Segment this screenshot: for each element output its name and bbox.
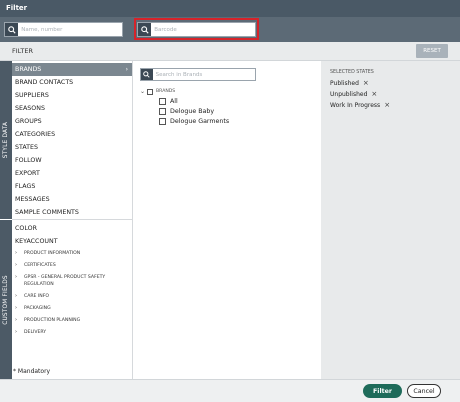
filter-bar: FILTER RESET: [0, 42, 460, 61]
name-number-search[interactable]: [4, 22, 123, 37]
sidebar-item-export[interactable]: EXPORT: [12, 167, 132, 180]
tab-custom-fields[interactable]: CUSTOM FIELDS: [0, 220, 12, 379]
checkbox[interactable]: [159, 108, 166, 115]
sidebar-item-flags[interactable]: FLAGS: [12, 180, 132, 193]
reset-button[interactable]: RESET: [416, 44, 448, 58]
sidebar-group-gpsr[interactable]: › GPSR - GENERAL PRODUCT SAFETY: [12, 274, 132, 281]
sidebar-item-brands[interactable]: BRANDS ›: [12, 63, 132, 76]
tab-style-data[interactable]: STYLE DATA: [0, 61, 12, 219]
chevron-right-icon: ›: [15, 293, 17, 299]
window-title: Filter: [0, 0, 460, 17]
chevron-down-icon[interactable]: ⌄: [140, 88, 145, 95]
sidebar-group-production-planning[interactable]: › PRODUCTION PLANNING: [12, 317, 132, 324]
close-icon[interactable]: ×: [371, 90, 377, 98]
brands-search-input[interactable]: [152, 71, 255, 78]
sidebar-group-product-information[interactable]: › PRODUCT INFORMATION: [12, 250, 132, 257]
sidebar-item-keyaccount[interactable]: KEYACCOUNT: [12, 235, 132, 248]
sidebar-item-brand-contacts[interactable]: BRAND CONTACTS: [12, 76, 132, 89]
tab-style-data-label: STYLE DATA: [3, 121, 9, 159]
brand-item-all[interactable]: All: [159, 98, 178, 105]
barcode-highlight-frame: [134, 18, 259, 40]
chevron-right-icon: ›: [15, 305, 17, 311]
sidebar-item-follow[interactable]: FOLLOW: [12, 154, 132, 167]
brand-item-delogue-baby[interactable]: Delogue Baby: [159, 108, 214, 115]
chevron-right-icon: ›: [15, 274, 17, 280]
brands-tree-root[interactable]: ⌄ BRANDS: [140, 88, 175, 95]
search-icon[interactable]: [5, 23, 19, 36]
sidebar-item-states[interactable]: STATES: [12, 141, 132, 154]
dialog-footer: Filter Cancel: [0, 379, 460, 402]
sidebar-group-packaging[interactable]: › PACKAGING: [12, 305, 132, 312]
selected-state-chip: Published ×: [330, 79, 369, 87]
chevron-right-icon: ›: [125, 66, 128, 73]
brands-panel: ⌄ BRANDS All Delogue Baby Delogue Garmen…: [134, 61, 321, 379]
sidebar-item-categories[interactable]: CATEGORIES: [12, 128, 132, 141]
sidebar-item-color[interactable]: COLOR: [12, 222, 132, 235]
sidebar-item-sample-comments[interactable]: SAMPLE COMMENTS: [12, 206, 132, 219]
chevron-right-icon: ›: [15, 317, 17, 323]
chevron-right-icon: ›: [15, 250, 17, 256]
sidebar-group-delivery[interactable]: › DELIVERY: [12, 329, 132, 336]
selected-states-title: SELECTED STATES: [330, 70, 374, 75]
brands-search[interactable]: [140, 68, 256, 81]
brand-item-delogue-garments[interactable]: Delogue Garments: [159, 118, 229, 125]
selected-state-chip: Unpublished ×: [330, 90, 378, 98]
brands-root-checkbox[interactable]: [147, 88, 154, 95]
sidebar-item-seasons[interactable]: SEASONS: [12, 102, 132, 115]
mandatory-note: * Mandatory: [13, 368, 51, 375]
tab-custom-fields-label: CUSTOM FIELDS: [3, 274, 9, 325]
selected-states-panel: SELECTED STATES Published × Unpublished …: [321, 61, 460, 379]
sidebar-item-groups[interactable]: GROUPS: [12, 115, 132, 128]
sidebar-item-label: BRANDS: [15, 66, 42, 73]
close-icon[interactable]: ×: [384, 101, 390, 109]
search-icon[interactable]: [141, 69, 153, 80]
brands-root-label: BRANDS: [156, 89, 176, 94]
name-number-input[interactable]: [18, 23, 122, 36]
sidebar-group-gpsr-cont: REGULATION: [24, 282, 54, 287]
filter-categories-panel: BRANDS › BRAND CONTACTS SUPPLIERS SEASON…: [12, 61, 133, 379]
checkbox[interactable]: [159, 118, 166, 125]
close-icon[interactable]: ×: [363, 79, 369, 87]
checkbox[interactable]: [159, 98, 166, 105]
sidebar-item-suppliers[interactable]: SUPPLIERS: [12, 89, 132, 102]
chevron-right-icon: ›: [15, 329, 17, 335]
filter-label: FILTER: [12, 47, 33, 55]
filter-button[interactable]: Filter: [363, 384, 402, 398]
sidebar-group-certificates[interactable]: › CERTIFICATES: [12, 262, 132, 269]
section-divider: [12, 219, 133, 220]
cancel-button[interactable]: Cancel: [407, 384, 441, 398]
sidebar-item-messages[interactable]: MESSAGES: [12, 193, 132, 206]
selected-state-chip: Work In Progress ×: [330, 101, 391, 109]
chevron-right-icon: ›: [15, 262, 17, 268]
sidebar-group-care-info[interactable]: › CARE INFO: [12, 293, 132, 300]
